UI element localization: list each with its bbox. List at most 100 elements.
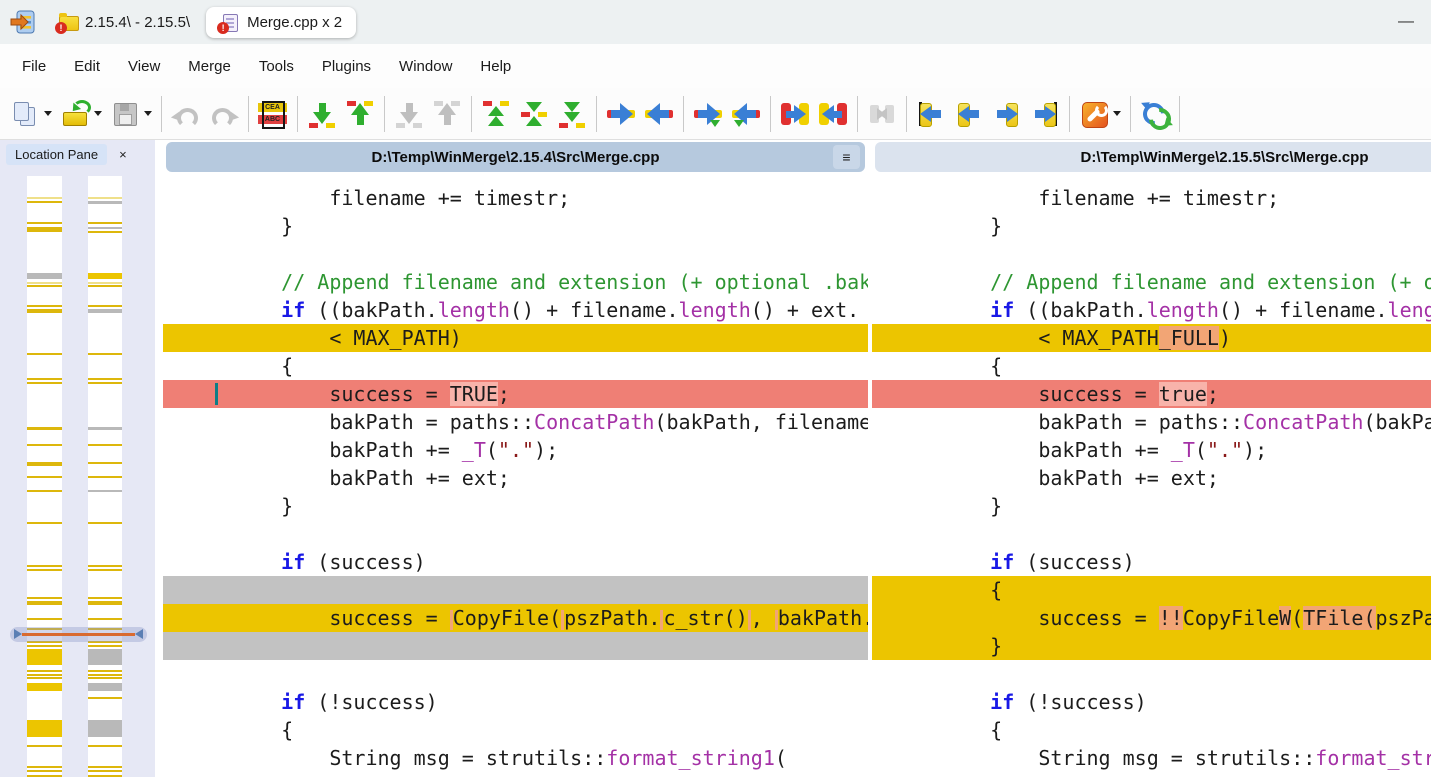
code-line[interactable]: } bbox=[872, 212, 1431, 240]
code-line[interactable]: bakPath = paths::ConcatPath(bakPath, fil… bbox=[163, 408, 868, 436]
code-line[interactable]: if ((bakPath.length() + filename.length(… bbox=[163, 296, 868, 324]
left-pane-header[interactable]: D:\Temp\WinMerge\2.15.4\Src\Merge.cpp ≡ bbox=[166, 142, 865, 172]
code-line[interactable]: if (success) bbox=[163, 548, 868, 576]
code-line[interactable]: if (success) bbox=[872, 548, 1431, 576]
folder-warning-icon: ! bbox=[58, 14, 78, 31]
tab-folder-compare[interactable]: ! 2.15.4\ - 2.15.5\ bbox=[58, 14, 190, 31]
menu-edit[interactable]: Edit bbox=[60, 52, 114, 81]
first-difference-button[interactable] bbox=[478, 97, 514, 131]
toolbar-separator bbox=[297, 96, 298, 132]
options-button[interactable] bbox=[1076, 97, 1124, 131]
code-line[interactable] bbox=[163, 632, 868, 660]
previous-difference-button[interactable] bbox=[342, 97, 378, 131]
code-line[interactable]: success = true; bbox=[872, 380, 1431, 408]
location-map-right-column[interactable] bbox=[88, 176, 122, 777]
open-dropdown-icon[interactable] bbox=[94, 111, 102, 116]
location-pane-close-icon[interactable]: × bbox=[119, 147, 127, 162]
code-line[interactable] bbox=[872, 520, 1431, 548]
save-dropdown-icon[interactable] bbox=[144, 111, 152, 116]
code-line[interactable]: } bbox=[163, 492, 868, 520]
menu-window[interactable]: Window bbox=[385, 52, 466, 81]
location-current-position-indicator[interactable] bbox=[10, 627, 147, 642]
location-map-left-column[interactable] bbox=[27, 176, 62, 777]
menu-file[interactable]: File bbox=[8, 52, 60, 81]
menu-plugins[interactable]: Plugins bbox=[308, 52, 385, 81]
code-line[interactable]: ("Unable to backup original file.\ %1) bbox=[163, 772, 868, 777]
right-pane-header[interactable]: D:\Temp\WinMerge\2.15.5\Src\Merge.cpp bbox=[875, 142, 1431, 172]
code-line[interactable] bbox=[872, 660, 1431, 688]
code-text: { bbox=[942, 718, 1002, 742]
copy-left-and-advance-button[interactable] bbox=[728, 97, 764, 131]
diff-stripe bbox=[88, 427, 122, 430]
copy-right-icon bbox=[606, 99, 636, 129]
last-file-button[interactable] bbox=[1027, 97, 1063, 131]
code-line[interactable]: filename += timestr; bbox=[872, 184, 1431, 212]
code-line[interactable]: { bbox=[872, 716, 1431, 744]
code-line[interactable] bbox=[163, 240, 868, 268]
right-code-editor[interactable]: filename += timestr; } // Append filenam… bbox=[872, 176, 1431, 777]
previous-conflict-icon bbox=[432, 99, 462, 129]
code-line[interactable]: String msg = strutils::format_string1( bbox=[872, 744, 1431, 772]
new-dropdown-icon[interactable] bbox=[44, 111, 52, 116]
code-text: ( bbox=[486, 438, 498, 462]
next-file-button[interactable] bbox=[989, 97, 1025, 131]
code-line[interactable]: bakPath += ext; bbox=[872, 464, 1431, 492]
new-button[interactable] bbox=[7, 97, 55, 131]
copy-left-button[interactable] bbox=[641, 97, 677, 131]
code-line[interactable]: bakPath += _T("."); bbox=[872, 436, 1431, 464]
last-difference-button[interactable] bbox=[554, 97, 590, 131]
code-line[interactable]: bakPath += ext; bbox=[163, 464, 868, 492]
code-line[interactable]: // Append filename and extension (+ opti… bbox=[872, 268, 1431, 296]
code-line[interactable] bbox=[163, 576, 868, 604]
code-line[interactable]: { bbox=[163, 352, 868, 380]
code-line[interactable]: ("Unable to backup original file.\ %1) bbox=[872, 772, 1431, 777]
menu-help[interactable]: Help bbox=[466, 52, 525, 81]
code-line[interactable]: success = TRUE; bbox=[163, 380, 868, 408]
previous-file-button[interactable] bbox=[951, 97, 987, 131]
diff-stripe bbox=[27, 645, 62, 647]
code-line[interactable]: bakPath = paths::ConcatPath(bakPath, fil… bbox=[872, 408, 1431, 436]
code-line[interactable]: < MAX_PATH_FULL) bbox=[872, 324, 1431, 352]
code-line[interactable]: } bbox=[163, 212, 868, 240]
copy-all-right-button[interactable] bbox=[777, 97, 813, 131]
code-line[interactable]: { bbox=[872, 352, 1431, 380]
compare-lines-chars-button[interactable]: CEAABC bbox=[255, 97, 291, 131]
code-line[interactable]: { bbox=[872, 576, 1431, 604]
menu-view[interactable]: View bbox=[114, 52, 174, 81]
code-text: !! bbox=[1159, 606, 1183, 630]
next-difference-button[interactable] bbox=[304, 97, 340, 131]
code-line[interactable] bbox=[163, 520, 868, 548]
code-line[interactable] bbox=[872, 240, 1431, 268]
first-file-button[interactable] bbox=[913, 97, 949, 131]
code-line[interactable]: if ((bakPath.length() + filename.length(… bbox=[872, 296, 1431, 324]
code-line[interactable]: bakPath += _T("."); bbox=[163, 436, 868, 464]
left-code-editor[interactable]: filename += timestr; } // Append filenam… bbox=[163, 176, 868, 777]
code-line[interactable]: filename += timestr; bbox=[163, 184, 868, 212]
code-line[interactable]: success = !!CopyFileW(TFile(pszPath bbox=[872, 604, 1431, 632]
left-pane-menu-button[interactable]: ≡ bbox=[833, 145, 860, 169]
code-line[interactable]: String msg = strutils::format_string1( bbox=[163, 744, 868, 772]
code-line[interactable]: { bbox=[163, 716, 868, 744]
code-text: } bbox=[233, 494, 293, 518]
code-line[interactable]: if (!success) bbox=[163, 688, 868, 716]
code-line[interactable]: } bbox=[872, 492, 1431, 520]
code-line[interactable]: if (!success) bbox=[872, 688, 1431, 716]
refresh-button[interactable] bbox=[1137, 97, 1173, 131]
menu-merge[interactable]: Merge bbox=[174, 52, 245, 81]
copy-right-button[interactable] bbox=[603, 97, 639, 131]
code-line[interactable]: } bbox=[872, 632, 1431, 660]
code-text: // Append filename and extension (+ opti… bbox=[942, 270, 1431, 294]
options-dropdown-icon[interactable] bbox=[1113, 111, 1121, 116]
menu-tools[interactable]: Tools bbox=[245, 52, 308, 81]
current-difference-button[interactable] bbox=[516, 97, 552, 131]
code-line[interactable]: < MAX_PATH) bbox=[163, 324, 868, 352]
code-line[interactable]: // Append filename and extension (+ opti… bbox=[163, 268, 868, 296]
copy-right-and-advance-button[interactable] bbox=[690, 97, 726, 131]
copy-all-left-button[interactable] bbox=[815, 97, 851, 131]
code-line[interactable] bbox=[163, 660, 868, 688]
minimize-button[interactable]: — bbox=[1395, 13, 1417, 31]
diff-stripe bbox=[88, 601, 122, 605]
open-button[interactable] bbox=[57, 97, 105, 131]
code-line[interactable]: success = CopyFile(pszPath.c_str(), bakP… bbox=[163, 604, 868, 632]
tab-file-compare[interactable]: ! Merge.cpp x 2 bbox=[206, 7, 356, 38]
